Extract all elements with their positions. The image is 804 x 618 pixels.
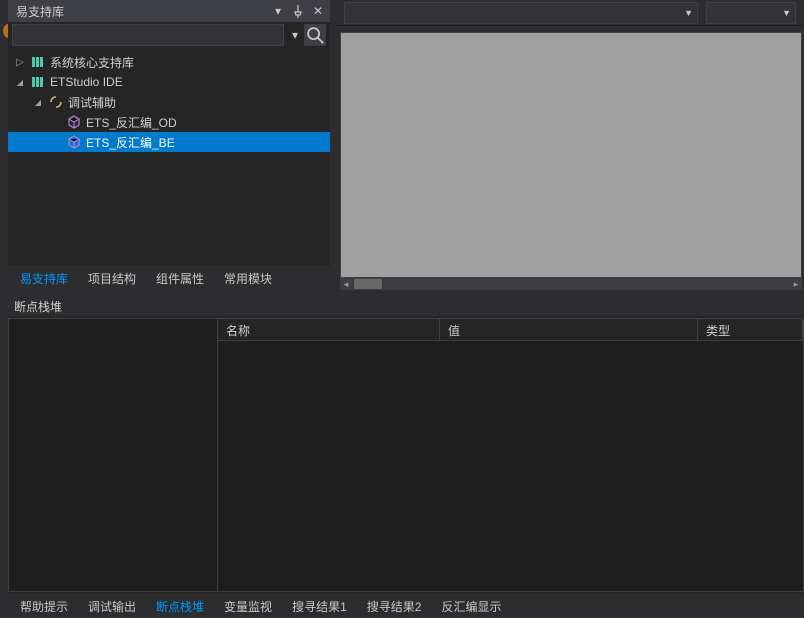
- search-input[interactable]: [12, 24, 284, 46]
- editor-toolbar: ▼ ▼: [336, 0, 804, 26]
- dock-body: 名称 值 类型: [8, 318, 804, 592]
- dock-tab[interactable]: 帮助提示: [12, 595, 76, 618]
- tree-toggle-icon[interactable]: ◢: [14, 78, 26, 87]
- dock-tab[interactable]: 断点栈堆: [148, 595, 212, 618]
- editor-canvas[interactable]: [340, 32, 802, 278]
- scroll-right-arrow[interactable]: ▸: [790, 278, 802, 290]
- panel-titlebar: 易支持库 ▾ ✕: [8, 0, 330, 22]
- grid-col-value[interactable]: 值: [440, 319, 698, 340]
- cube-icon: [66, 114, 82, 130]
- grid-col-type[interactable]: 类型: [698, 319, 803, 340]
- editor-combo-right[interactable]: ▼: [706, 2, 796, 24]
- lib-icon: [30, 74, 46, 90]
- dock-tab[interactable]: 搜寻结果2: [359, 595, 430, 618]
- editor-combo-left[interactable]: ▼: [344, 2, 698, 24]
- dock-grid: 名称 值 类型: [218, 318, 804, 592]
- editor-area: ▼ ▼ ◂ ▸: [336, 0, 804, 290]
- dock-title: 断点栈堆: [8, 296, 804, 316]
- editor-hscrollbar[interactable]: ◂ ▸: [340, 278, 802, 290]
- cube-icon: [66, 134, 82, 150]
- tree-item-label: ETS_反汇编_OD: [86, 114, 177, 131]
- support-library-panel: 易支持库 ▾ ✕ ▾ ▷ 系统核心支持库 ◢ ETStudio IDE ◢ 调试辅助 ETS…: [8, 0, 330, 290]
- tree-toggle-icon[interactable]: ◢: [32, 98, 44, 107]
- tree-item[interactable]: ◢ ETStudio IDE: [8, 72, 330, 92]
- panel-pin-button[interactable]: [290, 3, 306, 19]
- bottom-dock: 断点栈堆 名称 值 类型 帮助提示调试输出断点栈堆变量监视搜寻结果1搜寻结果2反…: [8, 296, 804, 618]
- tree-item[interactable]: ◢ 调试辅助: [8, 92, 330, 112]
- dock-tab[interactable]: 调试输出: [80, 595, 144, 618]
- panel-search-row: ▾: [8, 22, 330, 48]
- search-button[interactable]: [304, 24, 326, 46]
- panel-tab[interactable]: 组件属性: [148, 267, 212, 290]
- scroll-left-arrow[interactable]: ◂: [340, 278, 352, 290]
- tree-item-label: 系统核心支持库: [50, 54, 134, 71]
- panel-title: 易支持库: [12, 3, 270, 20]
- dock-tab[interactable]: 反汇编显示: [433, 595, 509, 618]
- grid-body[interactable]: [218, 341, 803, 591]
- grid-header: 名称 值 类型: [218, 319, 803, 341]
- dock-left-pane[interactable]: [8, 318, 218, 592]
- grid-col-name[interactable]: 名称: [218, 319, 440, 340]
- scroll-thumb[interactable]: [354, 279, 382, 289]
- dock-tab[interactable]: 搜寻结果1: [284, 595, 355, 618]
- panel-tabs: 易支持库项目结构组件属性常用模块: [8, 266, 330, 290]
- panel-tab[interactable]: 项目结构: [80, 267, 144, 290]
- panel-tab[interactable]: 易支持库: [12, 267, 76, 290]
- panel-close-button[interactable]: ✕: [310, 3, 326, 19]
- dock-tabs: 帮助提示调试输出断点栈堆变量监视搜寻结果1搜寻结果2反汇编显示: [8, 594, 804, 618]
- tree-item[interactable]: ▷ 系统核心支持库: [8, 52, 330, 72]
- tree-item[interactable]: ETS_反汇编_OD: [8, 112, 330, 132]
- lib-icon: [30, 54, 46, 70]
- ns-icon: [48, 94, 64, 110]
- panel-dropdown-button[interactable]: ▾: [270, 3, 286, 19]
- panel-tab[interactable]: 常用模块: [216, 267, 280, 290]
- tree-item-label: ETS_反汇编_BE: [86, 134, 175, 151]
- dock-tab[interactable]: 变量监视: [216, 595, 280, 618]
- tree-item[interactable]: ETS_反汇编_BE: [8, 132, 330, 152]
- tree-toggle-icon[interactable]: ▷: [14, 57, 26, 68]
- tree-item-label: ETStudio IDE: [50, 75, 123, 89]
- search-dropdown[interactable]: ▾: [288, 24, 302, 46]
- library-tree[interactable]: ▷ 系统核心支持库 ◢ ETStudio IDE ◢ 调试辅助 ETS_反汇编_OD ETS_…: [8, 48, 330, 258]
- tree-item-label: 调试辅助: [68, 94, 116, 111]
